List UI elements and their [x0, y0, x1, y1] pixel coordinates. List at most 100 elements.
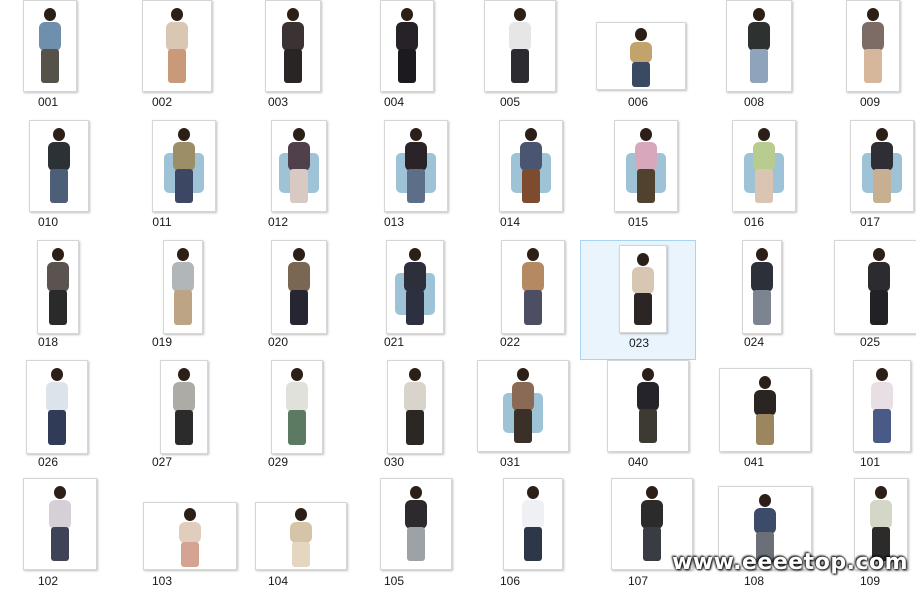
thumbnail-item-106[interactable]: 106: [452, 478, 568, 598]
thumbnail-item-004[interactable]: 004: [336, 0, 452, 120]
thumbnail-image[interactable]: [607, 360, 689, 452]
thumbnail-item-021[interactable]: 021: [336, 240, 452, 360]
thumbnail-image[interactable]: [834, 240, 916, 334]
thumbnail-image[interactable]: [484, 0, 556, 92]
thumbnail-image[interactable]: [619, 245, 667, 333]
thumbnail-label: 106: [499, 574, 521, 588]
thumbnail-item-102[interactable]: 102: [0, 478, 106, 598]
thumbnail-item-003[interactable]: 003: [220, 0, 336, 120]
thumbnail-image[interactable]: [850, 120, 914, 212]
person-head: [635, 28, 647, 42]
thumbnail-image[interactable]: [719, 368, 811, 452]
person-head: [53, 128, 65, 142]
thumbnail-item-041[interactable]: 041: [696, 360, 812, 480]
thumbnail-item-029[interactable]: 029: [220, 360, 336, 480]
thumbnail-item-010[interactable]: 010: [0, 120, 106, 240]
thumbnail-image[interactable]: [726, 0, 792, 92]
thumbnail-image[interactable]: [386, 240, 444, 334]
thumbnail-item-103[interactable]: 103: [104, 478, 237, 598]
person-legs: [407, 169, 425, 204]
person-legs: [873, 409, 891, 444]
thumbnail-item-109[interactable]: 109: [812, 478, 916, 598]
thumbnail-image[interactable]: [152, 120, 216, 212]
thumbnail-image[interactable]: [255, 502, 347, 570]
thumbnail-item-024[interactable]: 024: [696, 240, 812, 360]
thumbnail-image[interactable]: [163, 240, 203, 334]
person-body: [751, 262, 773, 292]
thumbnail-item-002[interactable]: 002: [104, 0, 220, 120]
thumbnail-image[interactable]: [380, 478, 452, 570]
thumbnail-image[interactable]: [23, 478, 97, 570]
person-legs: [168, 49, 186, 84]
person-legs: [522, 169, 540, 204]
thumbnail-item-020[interactable]: 020: [220, 240, 336, 360]
thumbnail-item-013[interactable]: 013: [336, 120, 452, 240]
person-body: [512, 382, 534, 411]
thumbnail-item-016[interactable]: 016: [696, 120, 812, 240]
thumbnail-item-008[interactable]: 008: [696, 0, 812, 120]
thumbnail-item-017[interactable]: 017: [812, 120, 916, 240]
thumbnail-image[interactable]: [29, 120, 89, 212]
thumbnail-image[interactable]: [614, 120, 678, 212]
thumbnail-image[interactable]: [271, 240, 327, 334]
thumbnail-image[interactable]: [265, 0, 321, 92]
thumbnail-label: 015: [627, 215, 649, 229]
thumbnail-item-014[interactable]: 014: [452, 120, 568, 240]
thumbnail-label: 027: [151, 455, 173, 469]
thumbnail-item-101[interactable]: 101: [812, 360, 916, 480]
watermark-text: www.eeeetop.com: [672, 550, 908, 575]
person-head: [291, 368, 303, 382]
thumbnail-item-025[interactable]: 025: [812, 240, 916, 360]
person-body: [871, 382, 893, 411]
thumbnail-item-001[interactable]: 001: [0, 0, 106, 120]
thumbnail-image[interactable]: [160, 360, 208, 454]
person-body: [48, 142, 70, 171]
thumbnail-item-009[interactable]: 009: [812, 0, 916, 120]
thumbnail-item-040[interactable]: 040: [580, 360, 696, 480]
thumbnail-item-019[interactable]: 019: [104, 240, 220, 360]
thumbnail-image[interactable]: [23, 0, 77, 92]
person-head: [875, 486, 887, 500]
thumbnail-item-012[interactable]: 012: [220, 120, 336, 240]
thumbnail-item-031[interactable]: 031: [452, 360, 569, 480]
thumbnail-image[interactable]: [26, 360, 88, 454]
thumbnail-image[interactable]: [477, 360, 569, 452]
thumbnail-image[interactable]: [499, 120, 563, 212]
thumbnail-item-023[interactable]: 023: [580, 240, 696, 360]
thumbnail-item-026[interactable]: 026: [0, 360, 106, 480]
thumbnail-image[interactable]: [503, 478, 563, 570]
thumbnail-item-018[interactable]: 018: [0, 240, 106, 360]
thumbnail-item-107[interactable]: 107: [580, 478, 696, 598]
thumbnail-image[interactable]: [732, 120, 796, 212]
person-legs: [41, 49, 59, 84]
thumbnail-image[interactable]: [501, 240, 565, 334]
thumbnail-image[interactable]: [846, 0, 900, 92]
thumbnail-image[interactable]: [142, 0, 212, 92]
thumbnail-item-015[interactable]: 015: [580, 120, 696, 240]
thumbnail-item-104[interactable]: 104: [220, 478, 347, 598]
thumbnail-image[interactable]: [380, 0, 434, 92]
thumbnail-image[interactable]: [384, 120, 448, 212]
person-legs: [181, 542, 199, 568]
thumbnail-label: 031: [499, 455, 521, 469]
thumbnail-image[interactable]: [387, 360, 443, 454]
person-body: [862, 22, 884, 51]
thumbnail-item-005[interactable]: 005: [452, 0, 568, 120]
person-body: [404, 262, 426, 292]
person-legs: [290, 169, 308, 204]
thumbnail-image[interactable]: [37, 240, 79, 334]
thumbnail-item-011[interactable]: 011: [104, 120, 220, 240]
thumbnail-image[interactable]: [271, 360, 323, 454]
thumbnail-image[interactable]: [271, 120, 327, 212]
thumbnail-image[interactable]: [742, 240, 782, 334]
thumbnail-item-105[interactable]: 105: [336, 478, 452, 598]
thumbnail-item-006[interactable]: 006: [580, 0, 696, 120]
thumbnail-item-027[interactable]: 027: [104, 360, 220, 480]
thumbnail-image[interactable]: [596, 22, 686, 90]
thumbnail-image[interactable]: [853, 360, 911, 452]
person-legs: [406, 289, 424, 325]
thumbnail-item-022[interactable]: 022: [452, 240, 568, 360]
thumbnail-item-030[interactable]: 030: [336, 360, 452, 480]
person-body: [172, 262, 194, 292]
thumbnail-item-108[interactable]: 108: [696, 478, 812, 598]
